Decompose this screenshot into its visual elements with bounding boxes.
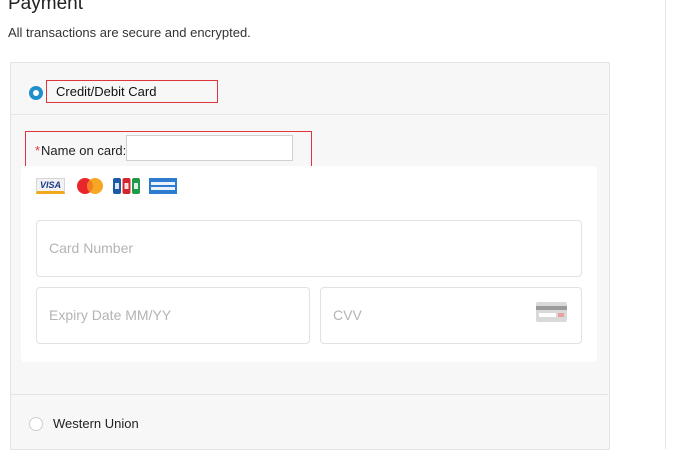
credit-card-option-label[interactable]: Credit/Debit Card [56,84,156,99]
expiry-date-field[interactable]: Expiry Date MM/YY [36,287,310,344]
security-note: All transactions are secure and encrypte… [8,25,251,40]
western-union-radio[interactable] [29,417,43,431]
western-union-option-label[interactable]: Western Union [53,416,139,431]
expiry-date-placeholder: Expiry Date MM/YY [49,307,172,323]
jcb-logo-icon [113,178,140,194]
visa-logo-icon: VISA [36,178,65,194]
card-number-field[interactable]: Card Number [36,220,582,277]
cvv-card-icon [536,302,567,322]
credit-card-radio[interactable] [29,86,43,100]
required-marker: * [35,143,41,158]
method-divider [11,114,608,115]
name-on-card-label: Name on card: [41,143,127,158]
page-title: Payment [8,0,83,14]
name-on-card-input[interactable] [126,135,293,161]
method-divider [11,394,608,395]
card-number-placeholder: Card Number [49,240,134,256]
amex-logo-icon [149,178,177,194]
cvv-placeholder: CVV [333,307,362,323]
mastercard-logo-icon [74,178,106,194]
right-divider [665,0,666,449]
